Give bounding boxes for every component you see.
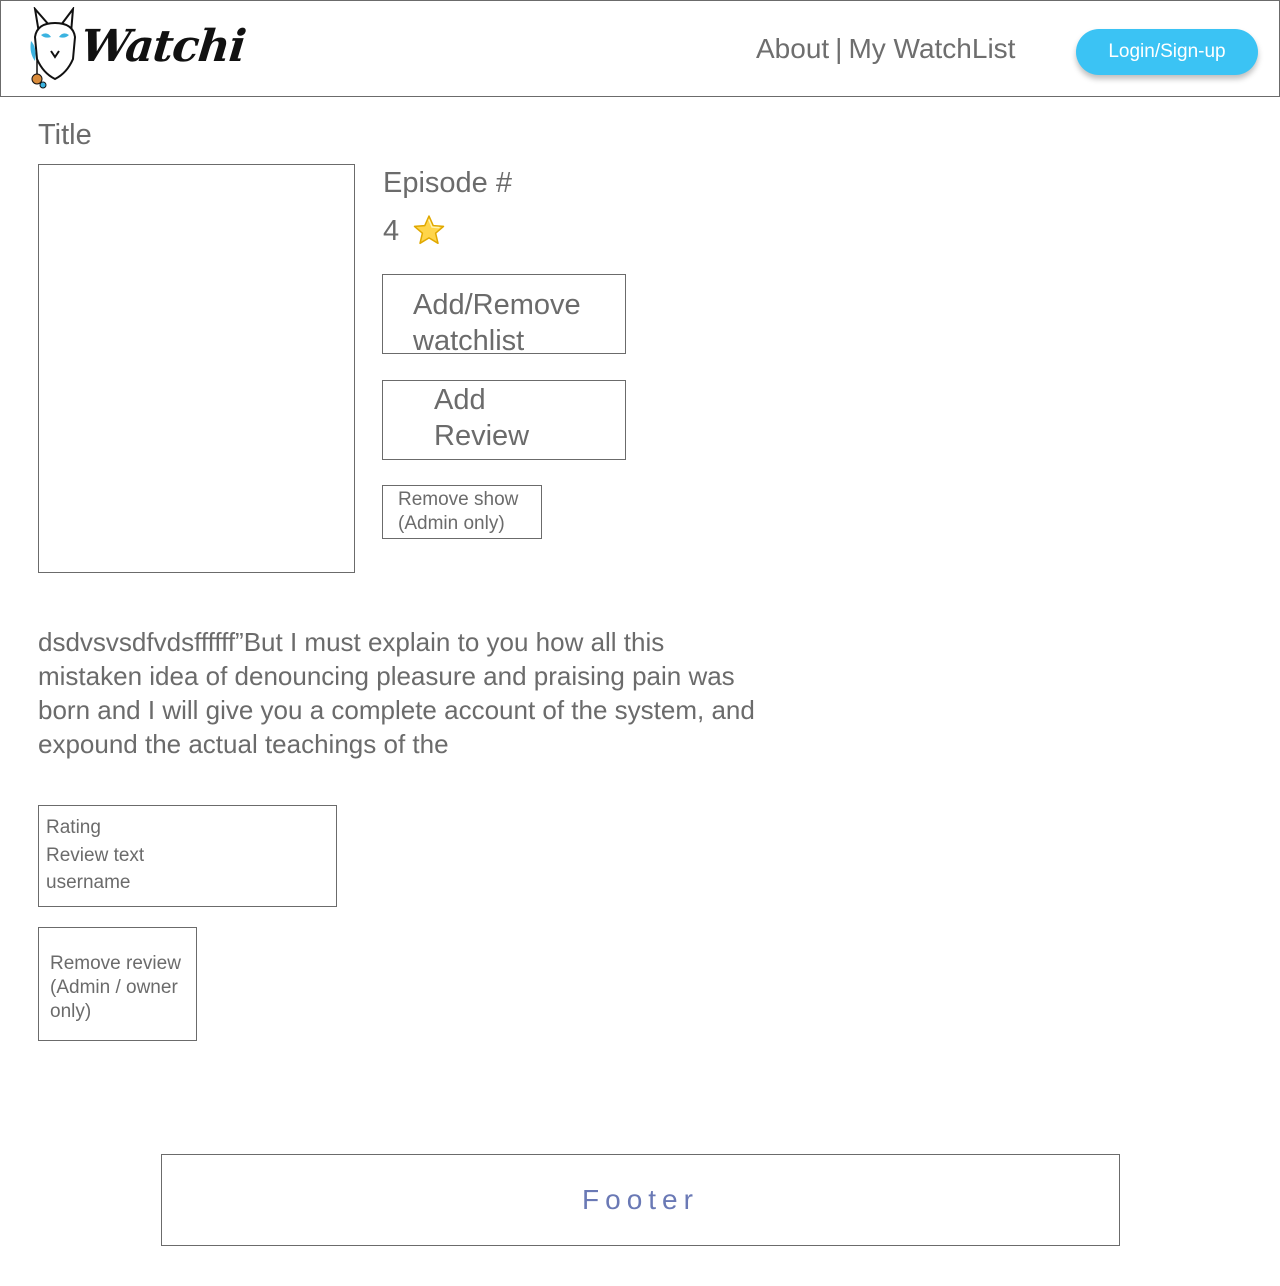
remove-review-label-line2: (Admin / owner (50, 977, 178, 998)
remove-review-label-line1: Remove review (50, 953, 181, 974)
add-remove-watchlist-button[interactable]: Add/Remove watchlist (382, 274, 626, 357)
logo-text: Watchi (78, 21, 248, 72)
review-username: username (46, 872, 131, 893)
watchi-logo[interactable]: Watchi (27, 7, 248, 89)
episode-number: Episode # (383, 167, 512, 199)
show-description: dsdvsvsdfvdsffffff”But I must explain to… (38, 627, 755, 759)
remove-review-label: Remove review (Admin / owner only) (50, 952, 195, 1024)
review-text: Review text (46, 845, 145, 866)
add-remove-watchlist-label: Add/Remove watchlist (413, 287, 613, 359)
star-icon (413, 215, 445, 245)
remove-show-label: Remove show (Admin only) (398, 488, 538, 536)
review-label-line2: Review (434, 420, 530, 452)
kitsune-mask-icon (30, 7, 77, 89)
nav-separator: | (835, 33, 843, 64)
rating-display: 4 (383, 214, 445, 248)
header: Watchi About | My WatchList Login/Sign-up (0, 0, 1280, 97)
remove-show-label-line2: (Admin only) (398, 513, 505, 534)
nav-watchlist-link[interactable]: My WatchList (848, 31, 1015, 67)
remove-show-label-line1: Remove show (398, 489, 519, 510)
add-review-button[interactable]: Add Review (382, 380, 626, 460)
remove-review-label-line3: only) (50, 1001, 92, 1022)
remove-review-button[interactable]: Remove review (Admin / owner only) (38, 927, 197, 1041)
login-signup-button[interactable]: Login/Sign-up (1076, 29, 1258, 75)
footer: Footer (161, 1154, 1120, 1246)
top-nav: About | My WatchList (756, 31, 1015, 67)
watchlist-label-line2: watchlist (413, 325, 525, 357)
rating-value: 4 (383, 215, 400, 247)
add-review-label: Add Review (434, 382, 574, 454)
review-card: Rating Review text username (38, 805, 337, 907)
footer-label: Footer (582, 1184, 699, 1215)
review-label-line1: Add (434, 384, 486, 416)
nav-about-link[interactable]: About (756, 31, 829, 67)
remove-show-button[interactable]: Remove show (Admin only) (382, 485, 542, 539)
watchlist-label-line1: Add/Remove (413, 289, 581, 321)
page-title: Title (38, 119, 92, 151)
show-poster-placeholder (38, 164, 355, 573)
review-rating: Rating (46, 817, 101, 838)
